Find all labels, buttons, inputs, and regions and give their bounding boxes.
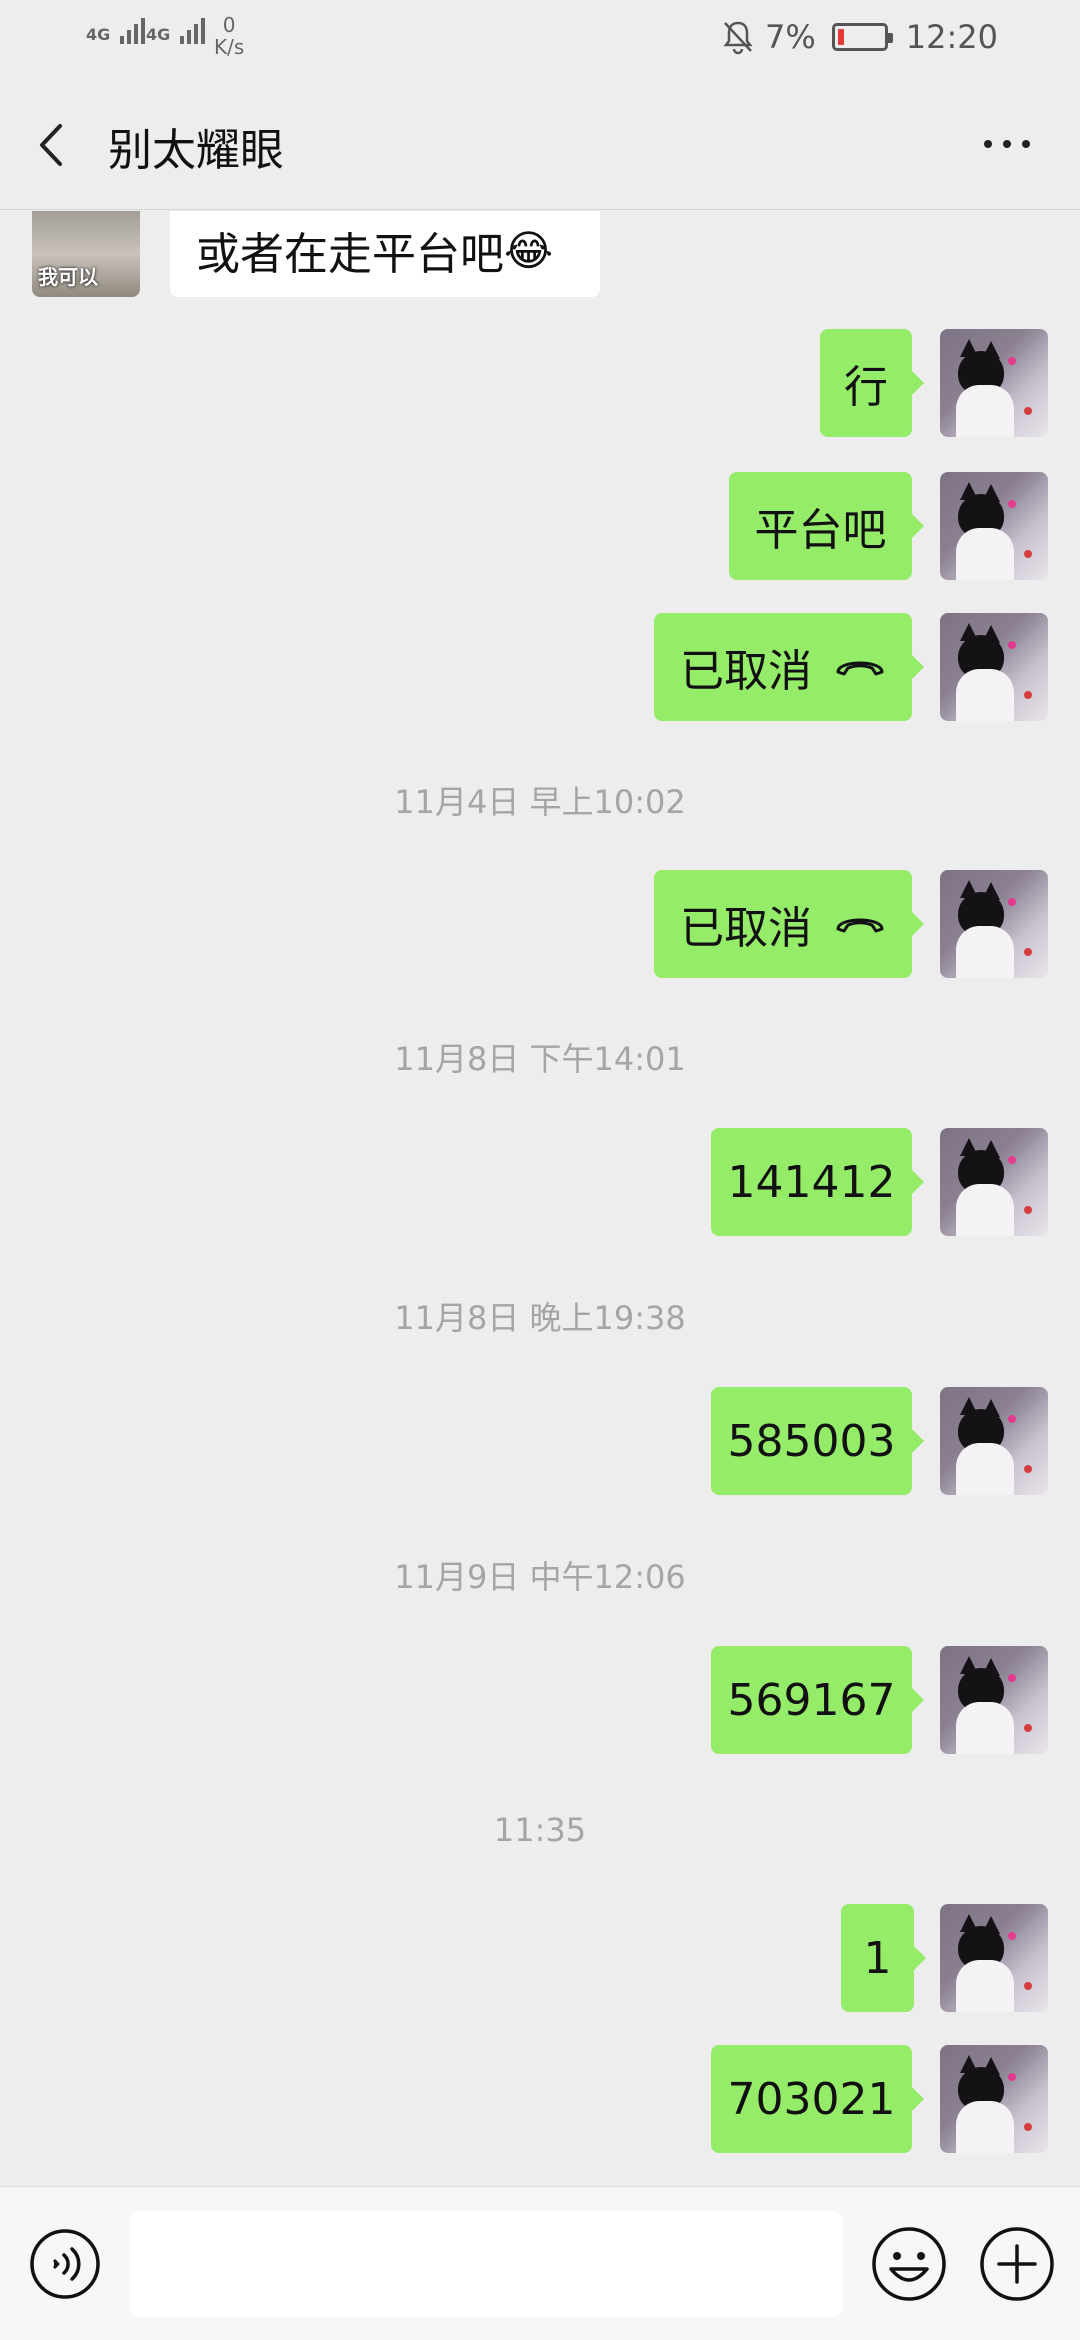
avatar-sticker-text: 我可以 — [38, 265, 98, 289]
bell-off-icon — [723, 21, 753, 55]
hangup-phone-icon — [836, 918, 884, 933]
timestamp: 11:35 — [493, 1811, 587, 1849]
timestamp: 11月4日 早上10:02 — [394, 783, 686, 821]
my-avatar[interactable] — [940, 613, 1048, 721]
battery-icon — [831, 23, 893, 51]
emoji-icon[interactable] — [870, 2225, 948, 2303]
my-avatar[interactable] — [940, 1904, 1048, 2012]
speed-value: 0 — [222, 13, 236, 37]
message-list[interactable]: 我可以 或者在走平台吧 😂 行 平台吧 已取消 11月4日 早上10:02 已取消… — [0, 211, 1080, 2186]
clock: 12:20 — [905, 18, 998, 56]
message-bubble-sent[interactable]: 569167 — [711, 1646, 924, 1754]
network-speed: 0 K/s — [214, 14, 244, 58]
network-type-label: 4G — [146, 25, 171, 44]
network-type-label: 4G — [86, 25, 111, 44]
my-avatar[interactable] — [940, 870, 1048, 978]
nav-bar: 别太耀眼 — [0, 80, 1080, 210]
message-text: 585003 — [727, 1415, 896, 1467]
message-bubble-received[interactable]: 或者在走平台吧 😂 — [170, 211, 600, 297]
message-input[interactable] — [130, 2211, 842, 2317]
message-text: 行 — [844, 362, 888, 413]
signal-bars-icon — [119, 18, 148, 44]
timestamp: 11月8日 晚上19:38 — [394, 1299, 686, 1337]
message-text: 已取消 — [680, 903, 812, 954]
my-avatar[interactable] — [940, 1128, 1048, 1236]
message-text: 已取消 — [680, 646, 812, 697]
call-cancelled-bubble[interactable]: 已取消 — [654, 613, 924, 721]
message-bubble-sent[interactable]: 行 — [820, 329, 924, 437]
my-avatar[interactable] — [940, 472, 1048, 580]
message-bubble-sent[interactable]: 141412 — [711, 1128, 924, 1236]
call-cancelled-bubble[interactable]: 已取消 — [654, 870, 924, 978]
status-bar: 4G 4G 0 K/s 7% 12:20 — [0, 0, 1080, 80]
signal-2: 4G — [146, 18, 208, 44]
message-text: 569167 — [727, 1674, 896, 1726]
voice-icon[interactable] — [28, 2227, 102, 2301]
my-avatar[interactable] — [940, 2045, 1048, 2153]
battery-percent: 7% — [765, 18, 816, 56]
message-text: 或者在走平台吧 — [196, 229, 504, 280]
signal-1: 4G — [86, 18, 148, 44]
message-text: 1 — [863, 1932, 892, 1984]
message-text: 141412 — [727, 1156, 896, 1208]
message-text: 703021 — [727, 2073, 896, 2125]
chevron-left-icon[interactable] — [30, 120, 74, 170]
laughing-emoji-icon: 😂 — [504, 225, 554, 275]
signal-bars-icon — [179, 18, 208, 44]
more-dots-icon[interactable] — [984, 140, 1030, 148]
chat-title: 别太耀眼 — [108, 125, 284, 176]
timestamp: 11月9日 中午12:06 — [394, 1558, 686, 1596]
message-bubble-sent[interactable]: 585003 — [711, 1387, 924, 1495]
timestamp: 11月8日 下午14:01 — [394, 1040, 686, 1078]
message-text: 平台吧 — [754, 505, 887, 556]
input-bar — [0, 2186, 1080, 2340]
status-right: 7% 12:20 — [721, 18, 998, 56]
contact-avatar[interactable]: 我可以 — [32, 211, 140, 297]
plus-icon[interactable] — [978, 2225, 1056, 2303]
message-bubble-sent[interactable]: 1 — [841, 1904, 926, 2012]
my-avatar[interactable] — [940, 1646, 1048, 1754]
message-bubble-sent[interactable]: 703021 — [711, 2045, 924, 2153]
my-avatar[interactable] — [940, 329, 1048, 437]
message-bubble-sent[interactable]: 平台吧 — [729, 472, 924, 580]
speed-unit: K/s — [214, 35, 245, 59]
hangup-phone-icon — [836, 661, 884, 676]
my-avatar[interactable] — [940, 1387, 1048, 1495]
